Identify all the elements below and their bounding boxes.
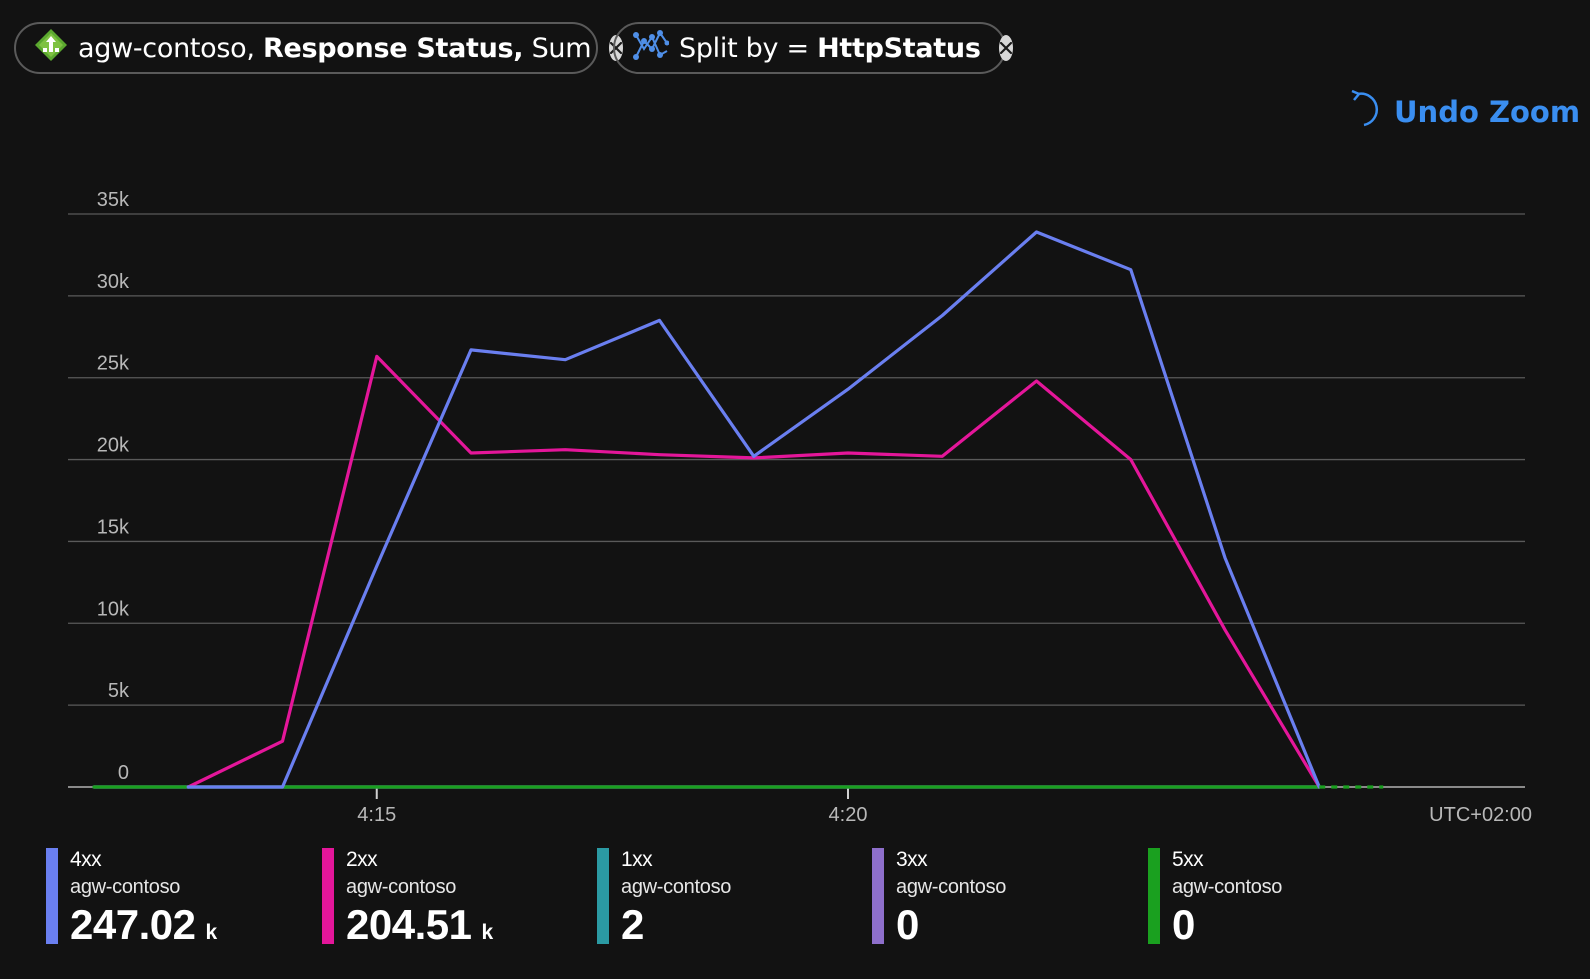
x-axis-ticks: 4:15 4:20 — [357, 787, 867, 826]
legend-color-swatch — [597, 848, 609, 944]
legend-color-swatch — [872, 848, 884, 944]
legend-resource-name: agw-contoso — [346, 876, 457, 898]
legend-unit: k — [205, 921, 217, 944]
y-tick-label: 10k — [97, 598, 130, 620]
legend-total-value: 0 — [896, 901, 919, 948]
legend-total-value: 247.02 k — [70, 901, 217, 948]
legend-resource-name: agw-contoso — [621, 876, 732, 898]
y-tick-label: 0 — [118, 762, 129, 784]
y-tick-label: 35k — [97, 189, 130, 211]
legend-total-value: 0 — [1172, 901, 1195, 948]
series-line-4xx[interactable] — [186, 230, 1321, 789]
legend-series-name: 3xx — [896, 848, 928, 871]
y-tick-label: 15k — [97, 516, 130, 538]
y-tick-label: 20k — [97, 435, 130, 457]
response-status-line-chart[interactable]: 0 5k 10k 15k 20k 25k 30k 35k 4:15 4:20 UTC+02:00 — [0, 0, 1590, 840]
legend-total-value: 204.51 k — [346, 901, 493, 948]
y-tick-label: 25k — [97, 353, 130, 375]
legend-unit: k — [481, 921, 493, 944]
legend-resource-name: agw-contoso — [896, 876, 1007, 898]
timezone-label: UTC+02:00 — [1429, 804, 1532, 826]
legend-resource-name: agw-contoso — [1172, 876, 1283, 898]
x-tick-label: 4:20 — [829, 804, 868, 826]
y-tick-label: 30k — [97, 271, 130, 293]
y-axis-ticks: 0 5k 10k 15k 20k 25k 30k 35k — [97, 189, 130, 784]
series-line-2xx[interactable] — [186, 354, 1321, 789]
chart-legend: 4xx agw-contoso 247.02 k 2xx agw-contoso … — [46, 846, 1566, 956]
legend-color-swatch — [46, 848, 58, 944]
legend-resource-name: agw-contoso — [70, 876, 181, 898]
series-lines — [92, 230, 1384, 789]
legend-color-swatch — [1148, 848, 1160, 944]
x-tick-label: 4:15 — [357, 804, 396, 826]
grid-lines — [68, 213, 1525, 788]
legend-series-name: 1xx — [621, 848, 653, 871]
legend-series-name: 5xx — [1172, 848, 1204, 871]
legend-total-value: 2 — [621, 901, 644, 948]
legend-color-swatch — [322, 848, 334, 944]
legend-series-name: 2xx — [346, 848, 378, 871]
legend-series-name: 4xx — [70, 848, 102, 871]
y-tick-label: 5k — [108, 680, 130, 702]
